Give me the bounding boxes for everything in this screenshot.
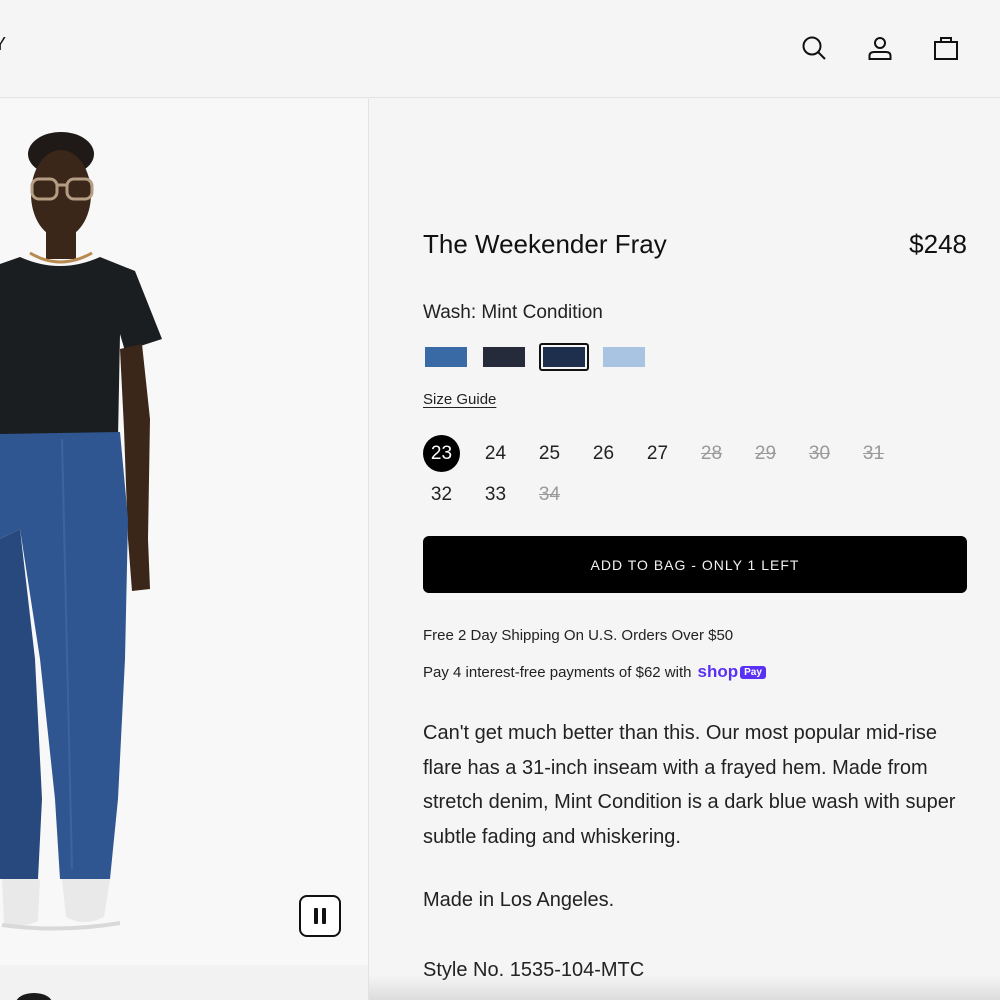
shop-pay-logo[interactable]: shop (697, 662, 738, 682)
product-image (0, 99, 368, 965)
pause-icon (314, 908, 318, 924)
search-icon[interactable] (800, 30, 828, 66)
wash-swatch[interactable] (481, 342, 527, 372)
wash-swatch-color (543, 347, 585, 367)
header-actions (800, 30, 960, 66)
size-option[interactable]: 29 (747, 435, 784, 472)
add-to-bag-button[interactable]: ADD TO BAG - ONLY 1 LEFT (423, 536, 967, 593)
size-option[interactable]: 31 (855, 435, 892, 472)
wash-swatch-color (425, 347, 467, 367)
shop-pay-installments: Pay 4 interest-free payments of $62 with… (423, 662, 766, 682)
bag-icon[interactable] (932, 30, 960, 66)
video-pause-button[interactable] (299, 895, 341, 937)
account-icon[interactable] (866, 30, 894, 66)
image-thumbnail-strip[interactable] (0, 965, 369, 1000)
shop-pay-badge: Pay (740, 665, 766, 679)
wash-swatch-color (483, 347, 525, 367)
site-logo[interactable]: Y (0, 34, 7, 55)
wash-swatch[interactable] (539, 343, 589, 371)
wash-swatch-color (603, 347, 645, 367)
product-title: The Weekender Fray (423, 229, 667, 259)
size-guide-link[interactable]: Size Guide (423, 391, 496, 408)
wash-swatch[interactable] (601, 342, 647, 372)
wash-label: Wash: Mint Condition (423, 302, 603, 323)
product-media[interactable] (0, 99, 369, 965)
size-option[interactable]: 28 (693, 435, 730, 472)
size-option[interactable]: 34 (531, 476, 568, 513)
size-option[interactable]: 23 (423, 435, 460, 472)
product-page: Y The Weekender Fray $248 Wash: Mint Con… (0, 0, 1000, 1000)
product-price: $248 (909, 229, 967, 259)
wash-swatches (423, 342, 647, 372)
size-selector: 23 24 25 26 27 28 29 30 31 32 33 34 (423, 435, 923, 517)
wash-swatch[interactable] (423, 342, 469, 372)
size-option[interactable]: 26 (585, 435, 622, 472)
size-option[interactable]: 25 (531, 435, 568, 472)
site-header: Y (0, 0, 1000, 98)
shipping-notice: Free 2 Day Shipping On U.S. Orders Over … (423, 627, 734, 644)
size-option[interactable]: 27 (639, 435, 676, 472)
size-option[interactable]: 24 (477, 435, 514, 472)
size-option[interactable]: 30 (801, 435, 838, 472)
thumbnail-peek (16, 993, 52, 1000)
size-row: 32 33 34 (423, 476, 923, 514)
title-row: The Weekender Fray $248 (423, 229, 967, 260)
made-in-text: Made in Los Angeles. (423, 889, 615, 911)
size-option[interactable]: 33 (477, 476, 514, 513)
size-option[interactable]: 32 (423, 476, 460, 513)
size-row: 23 24 25 26 27 28 29 30 31 (423, 435, 923, 473)
installments-text: Pay 4 interest-free payments of $62 with (423, 663, 692, 681)
scroll-fade (369, 975, 1000, 1000)
product-description: Can't get much better than this. Our mos… (423, 722, 956, 848)
